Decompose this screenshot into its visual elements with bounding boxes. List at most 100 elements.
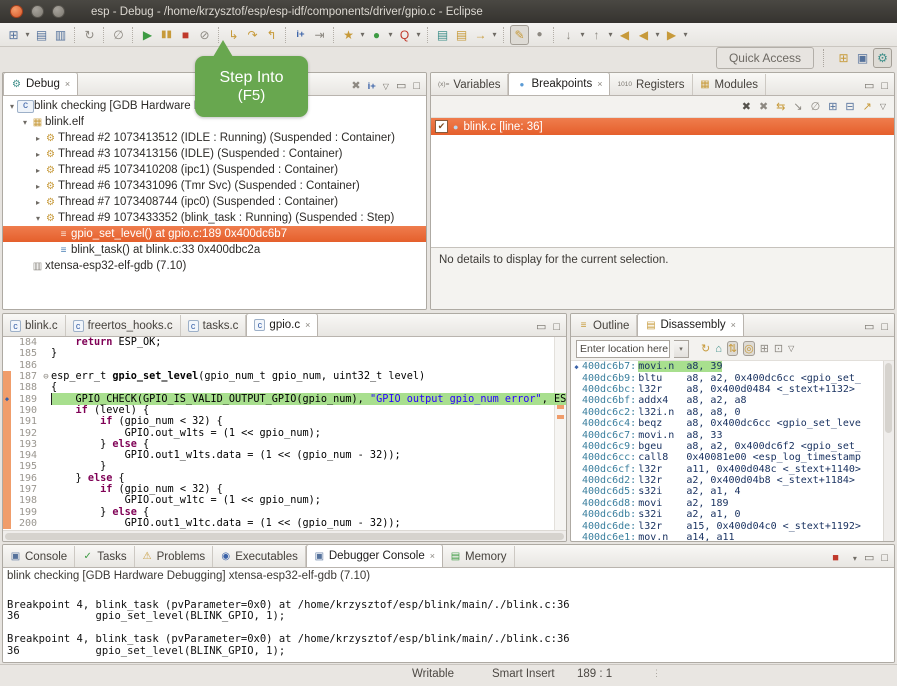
tab-variables[interactable]: (x)=Variables xyxy=(431,74,508,95)
run-last-button[interactable]: → xyxy=(472,26,489,44)
tab-registers[interactable]: 1010Registers xyxy=(610,74,692,95)
expand-all-button[interactable]: ⊞ xyxy=(828,100,837,113)
breakpoint-checkbox[interactable]: ✔ xyxy=(435,120,448,133)
tab-disassembly[interactable]: ▤Disassembly× xyxy=(637,314,743,336)
disassembly-row[interactable]: 400dc6d5:s32i a2, a1, 4 xyxy=(571,486,894,497)
code-line[interactable]: 190 if (level) { xyxy=(3,405,566,416)
import-breakpoints-button[interactable]: ↘ xyxy=(793,100,802,113)
tab-modules[interactable]: ▦Modules xyxy=(693,74,766,95)
skip-all-breakpoints-button[interactable]: ∅ xyxy=(110,26,127,44)
quick-access-button[interactable]: Quick Access xyxy=(716,47,814,69)
tab-blink-c[interactable]: cblink.c xyxy=(3,315,66,336)
refresh-button[interactable]: ↻ xyxy=(701,342,710,355)
debug-tree-row[interactable]: ▸⚙Thread #7 1073408744 (ipc0) (Suspended… xyxy=(3,194,426,210)
run-as-dropdown[interactable]: ▾ xyxy=(386,26,395,44)
instruction-stepping-toggle[interactable]: i+ xyxy=(368,82,376,92)
tab-problems[interactable]: ⚠Problems xyxy=(135,546,214,567)
code-line[interactable]: 187⊖esp_err_t gpio_set_level(gpio_num_t … xyxy=(3,371,566,382)
code-line[interactable]: 198 GPIO.out_w1tc = (1 << gpio_num); xyxy=(3,495,566,506)
scrollbar-thumb[interactable] xyxy=(5,533,564,540)
disassembly-row[interactable]: 400dc6cf:l32r a11, 0x400d048c <_stext+11… xyxy=(571,464,894,475)
expander-icon[interactable]: ▸ xyxy=(33,134,43,143)
expander-icon[interactable]: ▾ xyxy=(7,102,17,111)
new-wizard-button[interactable]: ⊞ xyxy=(5,26,22,44)
disassembly-row[interactable]: 400dc6de:l32r a15, 0x400d04c0 <_stext+11… xyxy=(571,520,894,531)
tab-tasks-c[interactable]: ctasks.c xyxy=(181,315,247,336)
debug-tree-row[interactable]: ▸⚙Thread #2 1073413512 (IDLE : Running) … xyxy=(3,130,426,146)
code-line[interactable]: 197 if (gpio_num < 32) { xyxy=(3,484,566,495)
disassembly-row[interactable]: 400dc6bf:addx4 a8, a2, a8 xyxy=(571,395,894,406)
restart-button[interactable]: ↻ xyxy=(81,26,98,44)
window-close-button[interactable] xyxy=(10,5,23,18)
location-dropdown[interactable]: ▾ xyxy=(674,340,689,358)
terminate-console-button[interactable]: ■ xyxy=(832,553,839,564)
disassembly-row[interactable]: 400dc6db:s32i a2, a1, 0 xyxy=(571,509,894,520)
view-menu-icon[interactable]: ▽ xyxy=(788,344,794,353)
remove-breakpoint-button[interactable]: ✖ xyxy=(742,100,751,113)
code-line[interactable]: 196 } else { xyxy=(3,473,566,484)
previous-annotation-dropdown[interactable]: ▾ xyxy=(606,26,615,44)
console-dropdown[interactable]: ▾ xyxy=(853,555,857,563)
maximize-icon[interactable]: □ xyxy=(881,553,888,564)
next-annotation-dropdown[interactable]: ▾ xyxy=(578,26,587,44)
disassembly-row[interactable]: 400dc6c7:movi.n a8, 33 xyxy=(571,429,894,440)
annotations-button[interactable]: ● xyxy=(531,26,548,44)
expander-icon[interactable]: ▸ xyxy=(33,182,43,191)
disassembly-row[interactable]: 400dc6bc:l32r a8, 0x400d0484 <_stext+113… xyxy=(571,384,894,395)
tab-executables[interactable]: ◉Executables xyxy=(213,546,306,567)
cpp-perspective-button[interactable]: ▣ xyxy=(854,49,871,67)
current-disassembly-row[interactable]: ◆400dc6b7:movi.n a8, 39 xyxy=(571,361,894,372)
forward-dropdown[interactable]: ▾ xyxy=(681,26,690,44)
goto-file-button[interactable]: ↗ xyxy=(863,100,872,113)
debug-tree-row[interactable]: ▾⚙Thread #9 1073433352 (blink_task : Run… xyxy=(3,210,426,226)
stack-frame-row[interactable]: ≡gpio_set_level() at gpio.c:189 0x400dc6… xyxy=(3,226,426,242)
code-line[interactable]: 191 if (gpio_num < 32) { xyxy=(3,416,566,427)
code-line[interactable]: 199 } else { xyxy=(3,506,566,517)
instruction-stepping-button[interactable]: i+ xyxy=(292,26,309,44)
statusbar-handle[interactable]: ⋮ xyxy=(652,668,662,679)
code-line[interactable]: 185} xyxy=(3,348,566,359)
maximize-icon[interactable]: □ xyxy=(881,322,888,333)
run-last-dropdown[interactable]: ▾ xyxy=(490,26,499,44)
tab-gpio-c[interactable]: cgpio.c× xyxy=(246,314,318,336)
expander-icon[interactable]: ▾ xyxy=(33,214,43,223)
minimize-icon[interactable]: ▭ xyxy=(536,322,546,333)
tab-debugger-console[interactable]: ▣Debugger Console× xyxy=(306,545,443,567)
code-line[interactable]: 195 } xyxy=(3,461,566,472)
window-minimize-button[interactable] xyxy=(31,5,44,18)
save-button[interactable]: ▤ xyxy=(33,26,50,44)
debug-perspective-button[interactable]: ⚙ xyxy=(873,48,892,68)
tab-debug[interactable]: ⚙ Debug × xyxy=(3,73,78,95)
debug-tree-row[interactable]: ▸⚙Thread #6 1073431096 (Tmr Svc) (Suspen… xyxy=(3,178,426,194)
suspend-button[interactable]: ▮▮ xyxy=(158,26,175,44)
link-with-debug-view-button[interactable]: ⇆ xyxy=(776,100,785,113)
open-folder-button[interactable]: ▤ xyxy=(453,26,470,44)
breakpoint-row[interactable]: ✔ ● blink.c [line: 36] xyxy=(431,118,894,135)
remove-terminated-button[interactable]: ✖ xyxy=(351,81,360,92)
tab-breakpoints[interactable]: ●Breakpoints× xyxy=(508,73,610,95)
expander-icon[interactable]: ▸ xyxy=(33,166,43,175)
debug-tree-row[interactable]: ▥xtensa-esp32-elf-gdb (7.10) xyxy=(3,258,426,274)
code-line[interactable]: 184 return ESP_OK; xyxy=(3,337,566,348)
code-line[interactable]: 200 GPIO.out1_w1tc.data = (1 << (gpio_nu… xyxy=(3,518,566,529)
location-input[interactable]: Enter location here xyxy=(576,340,670,358)
step-filters-button[interactable]: ⇥ xyxy=(311,26,328,44)
run-as-button[interactable]: ● xyxy=(368,26,385,44)
debug-as-button[interactable]: ★ xyxy=(340,26,357,44)
skip-all-breakpoints-toggle[interactable]: ∅ xyxy=(811,100,821,113)
close-icon[interactable]: × xyxy=(305,320,310,330)
back-dropdown[interactable]: ▾ xyxy=(653,26,662,44)
disassembly-listing[interactable]: ◆400dc6b7:movi.n a8, 39400dc6b9:bltu a8,… xyxy=(571,361,894,541)
view-menu-icon[interactable]: ▽ xyxy=(880,102,886,111)
minimize-icon[interactable]: ▭ xyxy=(864,322,874,333)
maximize-icon[interactable]: □ xyxy=(881,81,888,92)
debug-tree-row[interactable]: ▸⚙Thread #3 1073413156 (IDLE) (Suspended… xyxy=(3,146,426,162)
remove-all-breakpoints-button[interactable]: ✖ xyxy=(759,100,768,113)
disassembly-row[interactable]: 400dc6e1:mov.n a14, a11 xyxy=(571,532,894,541)
debug-as-dropdown[interactable]: ▾ xyxy=(358,26,367,44)
resume-button[interactable]: ▶ xyxy=(139,26,156,44)
sync-context-toggle[interactable]: ◎ xyxy=(743,341,755,356)
view-menu-icon[interactable]: ▽ xyxy=(383,83,389,91)
expander-icon[interactable]: ▸ xyxy=(33,198,43,207)
current-code-line[interactable]: ◆189 GPIO_CHECK(GPIO_IS_VALID_OUTPUT_GPI… xyxy=(3,393,566,404)
